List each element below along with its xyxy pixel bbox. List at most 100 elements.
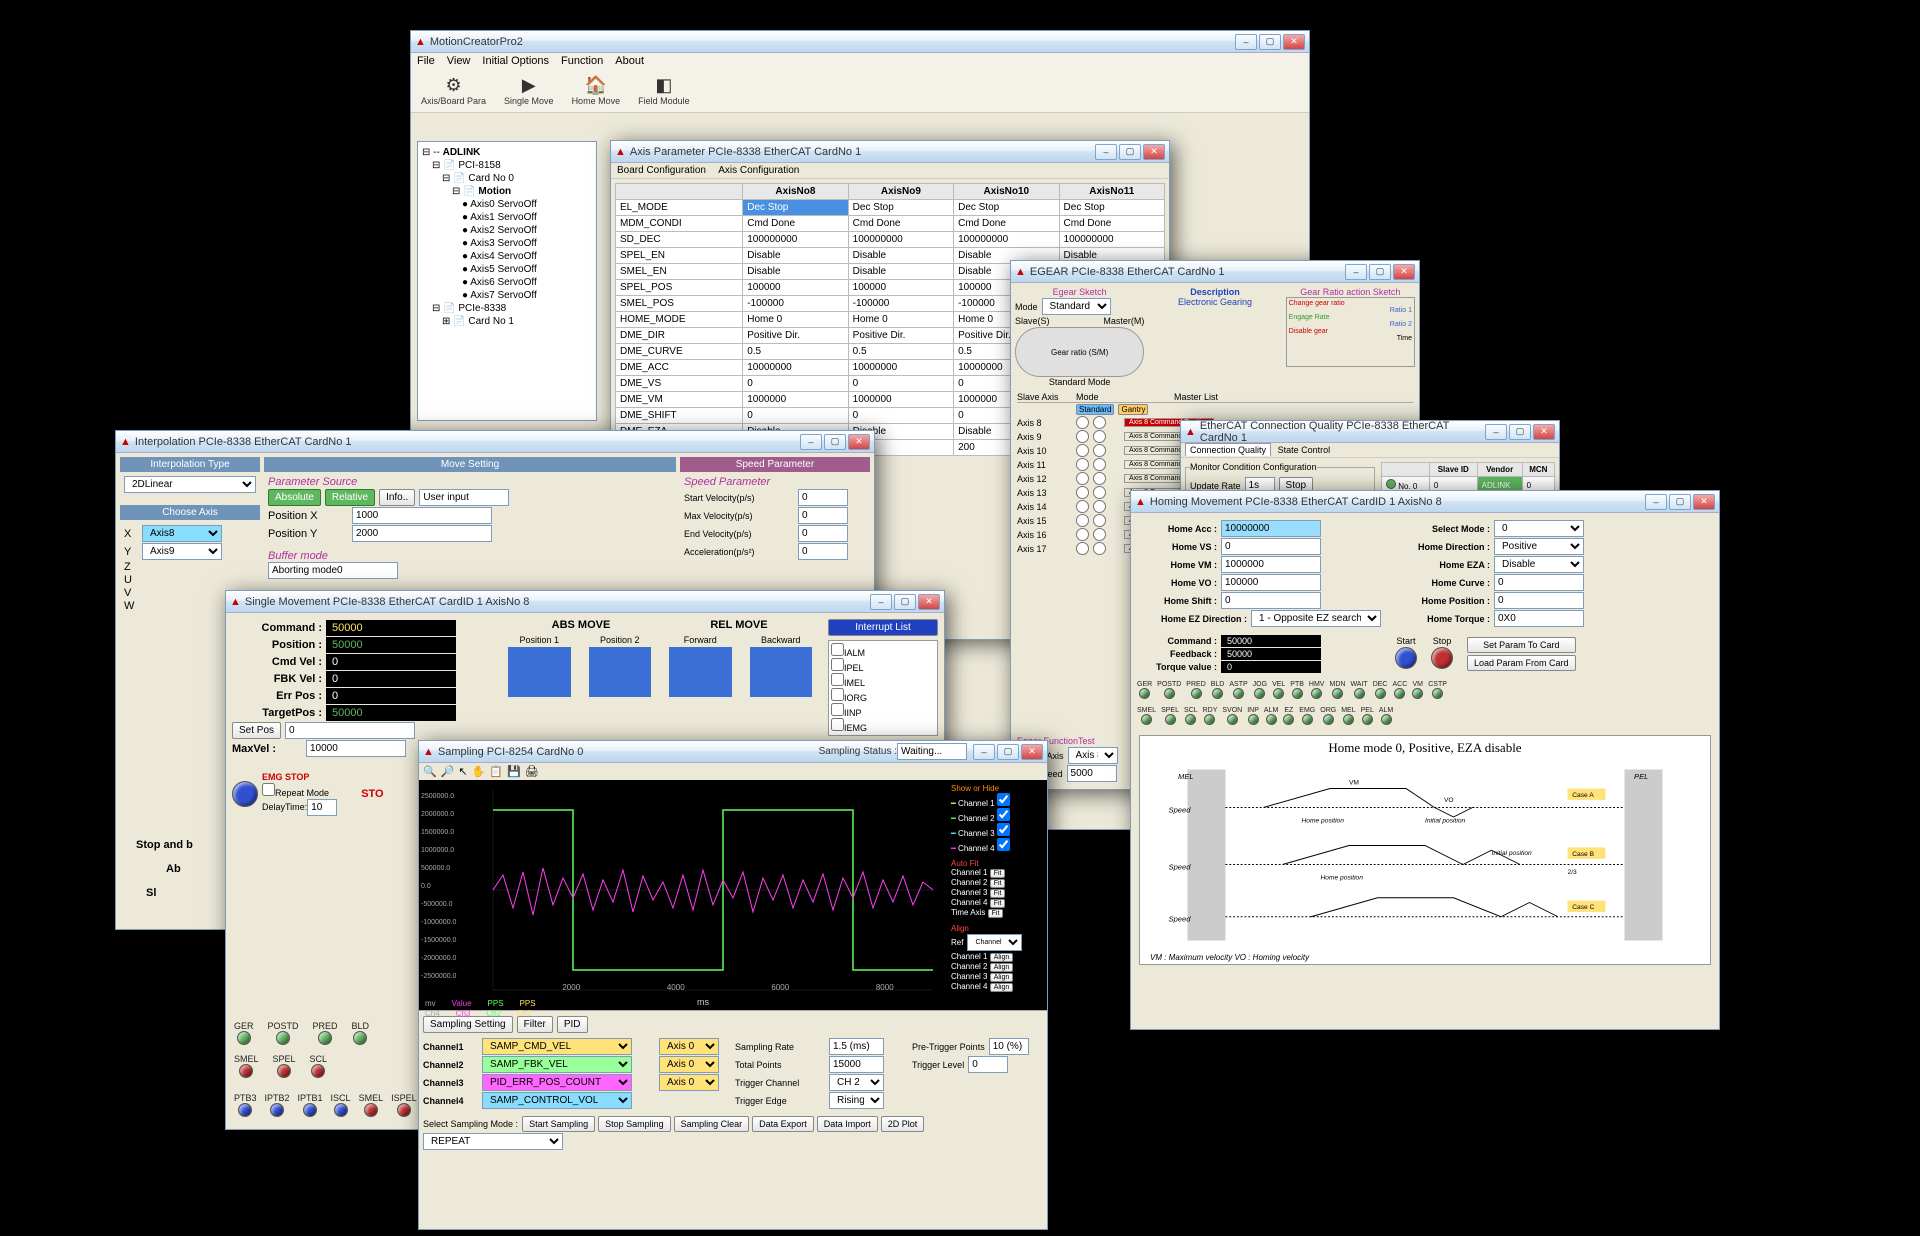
interrupt-checkbox[interactable] bbox=[831, 643, 844, 656]
axis-param-cell[interactable]: Positive Dir. bbox=[848, 328, 953, 344]
interrupt-checkbox[interactable] bbox=[831, 703, 844, 716]
interrupt-checkbox[interactable] bbox=[831, 718, 844, 731]
egear-mode-radio[interactable] bbox=[1093, 542, 1106, 555]
axis-param-cell[interactable]: Home 0 bbox=[848, 312, 953, 328]
egear-mode-radio[interactable] bbox=[1076, 528, 1089, 541]
axis-param-cell[interactable]: DME_DIR bbox=[616, 328, 743, 344]
interp-axis-select[interactable]: Axis8 bbox=[142, 525, 222, 542]
maximize-button[interactable]: ▢ bbox=[1669, 494, 1691, 510]
acc-input[interactable] bbox=[798, 543, 848, 560]
mode-gantry-button[interactable]: Gantry bbox=[1118, 404, 1148, 415]
tree-axis-item[interactable]: ● Axis5 ServoOff bbox=[462, 263, 592, 276]
egear-mode-radio[interactable] bbox=[1076, 514, 1089, 527]
egear-mode-select[interactable]: Standard bbox=[1042, 298, 1111, 315]
tab-filter[interactable]: Filter bbox=[517, 1016, 553, 1033]
menu-file[interactable]: File bbox=[417, 55, 435, 67]
axis-param-cell[interactable]: 0.5 bbox=[848, 344, 953, 360]
axis-select[interactable]: Axis 0 bbox=[659, 1038, 719, 1055]
channel-source-select[interactable]: SAMP_CONTROL_VOL bbox=[482, 1092, 632, 1109]
axis-param-cell[interactable]: Home 0 bbox=[743, 312, 848, 328]
tab-connection-quality[interactable]: Connection Quality bbox=[1185, 443, 1271, 456]
sampling-action-button[interactable]: Stop Sampling bbox=[598, 1116, 671, 1132]
axis-param-cell[interactable]: 100000000 bbox=[848, 232, 953, 248]
tab-axis-config[interactable]: Axis Configuration bbox=[718, 165, 799, 176]
tree-axis-item[interactable]: ● Axis6 ServoOff bbox=[462, 276, 592, 289]
tab-pid[interactable]: PID bbox=[557, 1016, 588, 1033]
maximize-button[interactable]: ▢ bbox=[997, 744, 1019, 760]
ref-select[interactable]: Channel1 bbox=[967, 934, 1022, 951]
axis-param-cell[interactable]: Cmd Done bbox=[1059, 216, 1164, 232]
home-vm-input[interactable] bbox=[1221, 556, 1321, 573]
maximize-button[interactable]: ▢ bbox=[894, 594, 916, 610]
delay-input[interactable] bbox=[307, 799, 337, 816]
axis-param-cell[interactable]: 100000000 bbox=[1059, 232, 1164, 248]
channel-source-select[interactable]: SAMP_CMD_VEL bbox=[482, 1038, 632, 1055]
align-button[interactable]: Align bbox=[990, 953, 1014, 962]
home-torque-input[interactable] bbox=[1494, 610, 1584, 627]
fit-button[interactable]: Fit bbox=[990, 879, 1006, 888]
axis-param-cell[interactable]: Disable bbox=[743, 264, 848, 280]
tab-state-control[interactable]: State Control bbox=[1274, 444, 1335, 456]
menu-function[interactable]: Function bbox=[561, 55, 603, 67]
channel-visible-checkbox[interactable] bbox=[997, 808, 1010, 821]
axis-param-cell[interactable]: EL_MODE bbox=[616, 200, 743, 216]
tree-axis-item[interactable]: ● Axis1 ServoOff bbox=[462, 211, 592, 224]
axis-param-cell[interactable]: Dec Stop bbox=[743, 200, 848, 216]
absolute-button[interactable]: Absolute bbox=[268, 489, 321, 506]
set-param-button[interactable]: Set Param To Card bbox=[1467, 637, 1576, 653]
load-param-button[interactable]: Load Param From Card bbox=[1467, 655, 1576, 671]
axis-param-cell[interactable]: Cmd Done bbox=[743, 216, 848, 232]
axis-param-cell[interactable]: 0 bbox=[743, 376, 848, 392]
home-acc-input[interactable] bbox=[1221, 520, 1321, 537]
homing-stop-button[interactable] bbox=[1431, 647, 1453, 669]
tree-axis-item[interactable]: ● Axis3 ServoOff bbox=[462, 237, 592, 250]
axis-param-cell[interactable]: DME_ACC bbox=[616, 360, 743, 376]
axis-select[interactable]: Axis 0 bbox=[659, 1074, 719, 1091]
egear-mode-radio[interactable] bbox=[1093, 472, 1106, 485]
axis-param-cell[interactable]: 0 bbox=[743, 408, 848, 424]
end-vel-input[interactable] bbox=[798, 525, 848, 542]
axis-param-cell[interactable]: SMEL_POS bbox=[616, 296, 743, 312]
close-button[interactable]: ✕ bbox=[1393, 264, 1415, 280]
device-tree[interactable]: ⊟ -- ADLINK ⊟ 📄 PCI-8158 ⊟ 📄 Card No 0 ⊟… bbox=[417, 141, 597, 421]
interrupt-list-button[interactable]: Interrupt List bbox=[828, 619, 938, 636]
fit-button[interactable]: Fit bbox=[990, 889, 1006, 898]
axis-param-cell[interactable]: Disable bbox=[848, 264, 953, 280]
axis-param-cell[interactable]: 0.5 bbox=[743, 344, 848, 360]
minimize-button[interactable]: – bbox=[870, 594, 892, 610]
close-button[interactable]: ✕ bbox=[1283, 34, 1305, 50]
axis-param-cell[interactable]: 100000 bbox=[848, 280, 953, 296]
toolbar-single-move[interactable]: ▶Single Move bbox=[500, 73, 558, 108]
mode-standard-button[interactable]: Standard bbox=[1076, 404, 1114, 415]
home-vs-input[interactable] bbox=[1221, 538, 1321, 555]
axis-param-cell[interactable]: Disable bbox=[848, 248, 953, 264]
minimize-button[interactable]: – bbox=[973, 744, 995, 760]
axis-param-cell[interactable]: 100000 bbox=[743, 280, 848, 296]
print-icon[interactable]: 🖨 bbox=[525, 765, 539, 778]
axis-param-cell[interactable]: Dec Stop bbox=[954, 200, 1059, 216]
axis-param-cell[interactable]: MDM_CONDI bbox=[616, 216, 743, 232]
axis-param-cell[interactable]: 1000000 bbox=[743, 392, 848, 408]
minimize-button[interactable]: – bbox=[1485, 424, 1507, 440]
axis-param-cell[interactable]: 1000000 bbox=[848, 392, 953, 408]
egear-mode-radio[interactable] bbox=[1076, 416, 1089, 429]
home-position-input[interactable] bbox=[1494, 592, 1584, 609]
home-select-mode[interactable]: 0 bbox=[1494, 520, 1584, 537]
save-icon[interactable]: 💾 bbox=[507, 765, 521, 778]
fit-button[interactable]: Fit bbox=[988, 909, 1004, 918]
home-vo-input[interactable] bbox=[1221, 574, 1321, 591]
axis-param-cell[interactable]: SD_DEC bbox=[616, 232, 743, 248]
fit-button[interactable]: Fit bbox=[990, 869, 1006, 878]
minimize-button[interactable]: – bbox=[1235, 34, 1257, 50]
egear-mode-radio[interactable] bbox=[1076, 444, 1089, 457]
maximize-button[interactable]: ▢ bbox=[1119, 144, 1141, 160]
close-button[interactable]: ✕ bbox=[848, 434, 870, 450]
close-button[interactable]: ✕ bbox=[918, 594, 940, 610]
axis-param-cell[interactable]: Dec Stop bbox=[1059, 200, 1164, 216]
egear-mode-radio[interactable] bbox=[1076, 458, 1089, 471]
egear-mode-radio[interactable] bbox=[1093, 500, 1106, 513]
egear-mode-radio[interactable] bbox=[1076, 500, 1089, 513]
menu-about[interactable]: About bbox=[615, 55, 644, 67]
axis-param-cell[interactable]: SMEL_EN bbox=[616, 264, 743, 280]
setpos-input[interactable] bbox=[285, 722, 415, 739]
